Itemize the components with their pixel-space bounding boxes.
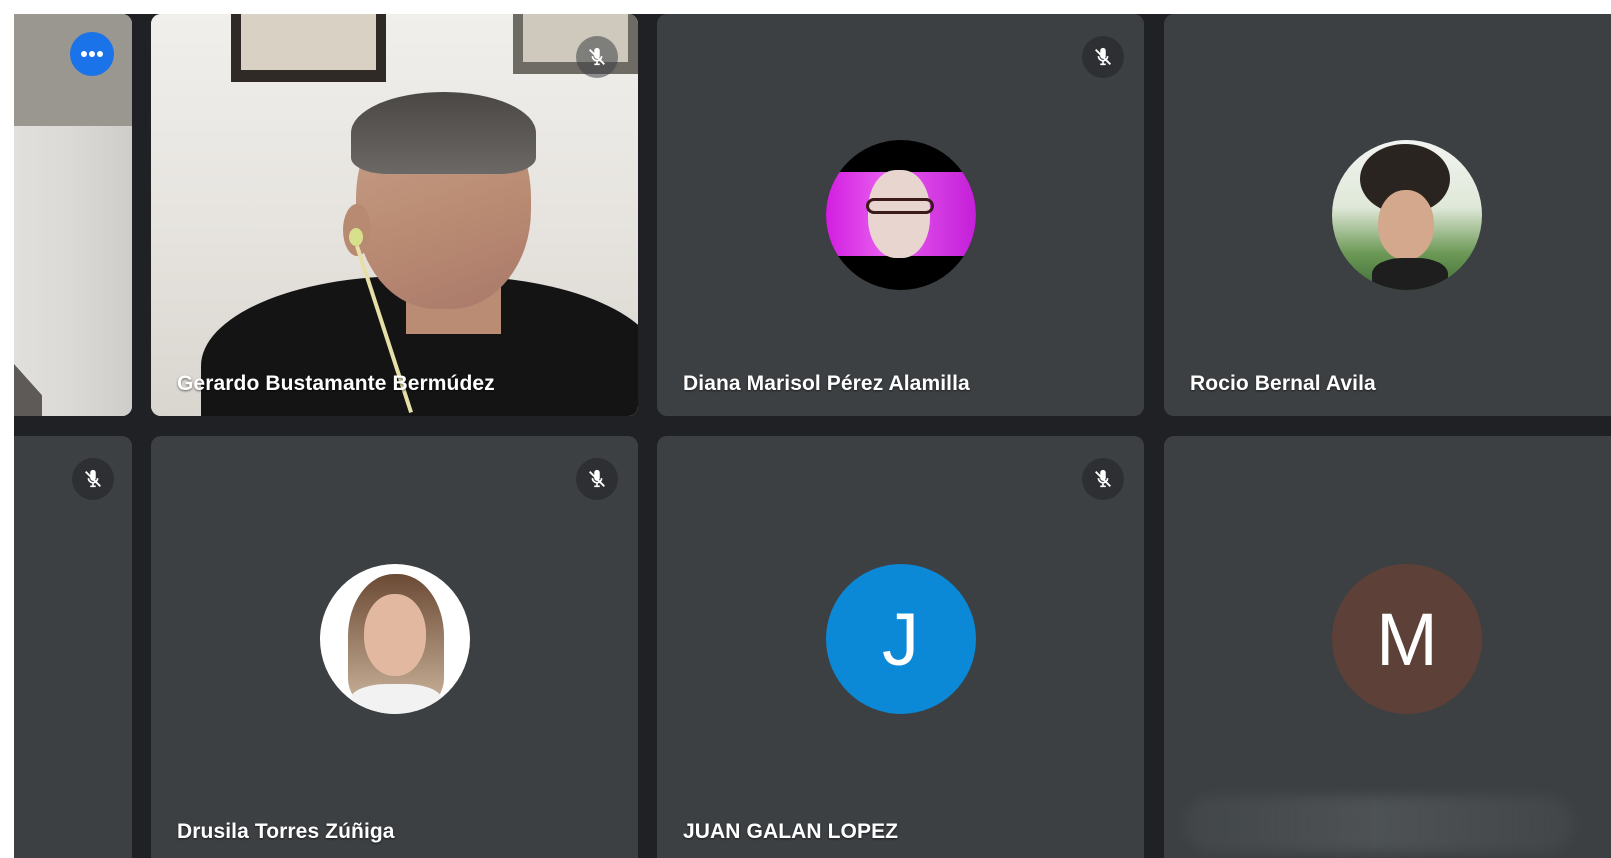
person-hair <box>351 92 536 174</box>
more-options-button[interactable] <box>70 32 114 76</box>
participant-tile-2[interactable]: Gerardo Bustamante Bermúdez <box>151 14 638 416</box>
mute-indicator <box>72 458 114 500</box>
avatar-photo-face <box>1378 190 1434 260</box>
mic-off-icon <box>589 47 605 66</box>
participant-name: Drusila Torres Zúñiga <box>177 820 395 843</box>
mute-indicator <box>576 36 618 78</box>
participant-tile-4[interactable]: Rocio Bernal Avila <box>1164 14 1611 416</box>
avatar-photo-body <box>349 684 442 714</box>
participant-name: Gerardo Bustamante Bermúdez <box>177 372 495 395</box>
avatar: M <box>1332 564 1482 714</box>
mic-off-icon <box>1095 47 1111 66</box>
avatar-photo-face <box>363 594 426 676</box>
blurred-name-label <box>1184 796 1574 852</box>
mute-indicator <box>576 458 618 500</box>
participant-tile-7[interactable]: J JUAN GALAN LOPEZ <box>657 436 1144 858</box>
avatar <box>319 564 470 714</box>
participant-name: Rocio Bernal Avila <box>1190 372 1376 395</box>
video-wall-shadow <box>14 14 132 126</box>
mic-off-icon <box>589 469 605 488</box>
avatar-initial: J <box>882 597 919 681</box>
avatar-initial: M <box>1376 597 1438 681</box>
meeting-grid: Gerardo Bustamante Bermúdez Diana Mariso… <box>14 14 1611 858</box>
participant-name: JUAN GALAN LOPEZ <box>683 820 899 843</box>
avatar <box>825 140 976 290</box>
earbud <box>349 228 363 246</box>
participant-tile-6[interactable]: Drusila Torres Zúñiga <box>151 436 638 858</box>
avatar-photo-glasses <box>865 198 934 214</box>
avatar <box>1332 140 1482 290</box>
mic-off-icon <box>85 469 101 488</box>
participant-tile-1[interactable] <box>14 14 132 416</box>
avatar: J <box>825 564 976 714</box>
mic-off-icon <box>1095 469 1111 488</box>
more-options-icon <box>81 51 103 57</box>
avatar-photo-face <box>867 170 930 258</box>
participant-tile-5[interactable] <box>14 436 132 858</box>
mute-indicator <box>1082 36 1124 78</box>
participant-tile-8[interactable]: M <box>1164 436 1611 858</box>
avatar-photo-body <box>1372 258 1448 290</box>
wall-frame-left-inner <box>241 14 376 70</box>
mute-indicator <box>1082 458 1124 500</box>
participant-name: Diana Marisol Pérez Alamilla <box>683 372 970 395</box>
participant-tile-3[interactable]: Diana Marisol Pérez Alamilla <box>657 14 1144 416</box>
